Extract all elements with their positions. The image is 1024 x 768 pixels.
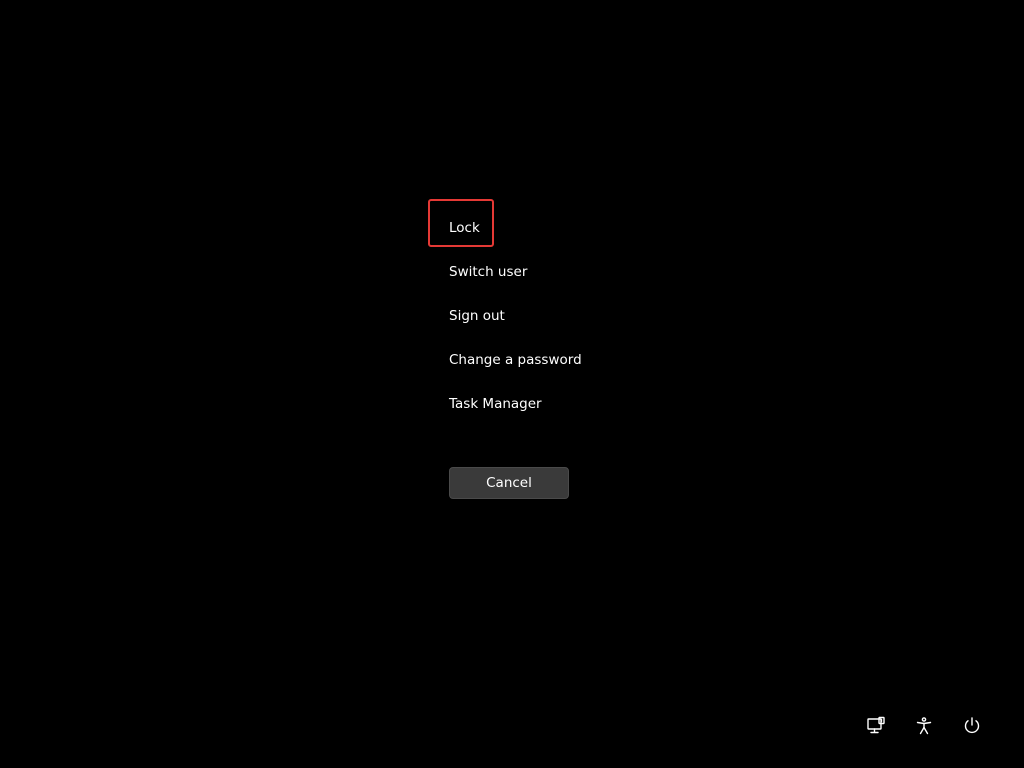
cancel-button[interactable]: Cancel [449, 467, 569, 499]
change-password-option[interactable]: Change a password [449, 338, 689, 382]
accessibility-icon[interactable] [912, 714, 936, 738]
lock-option[interactable]: Lock [428, 199, 689, 250]
security-options-menu: Lock Switch user Sign out Change a passw… [428, 199, 689, 426]
power-icon[interactable] [960, 714, 984, 738]
system-tray [864, 714, 984, 738]
network-icon[interactable] [864, 714, 888, 738]
sign-out-option[interactable]: Sign out [449, 294, 689, 338]
task-manager-option[interactable]: Task Manager [449, 382, 689, 426]
switch-user-option[interactable]: Switch user [449, 250, 689, 294]
